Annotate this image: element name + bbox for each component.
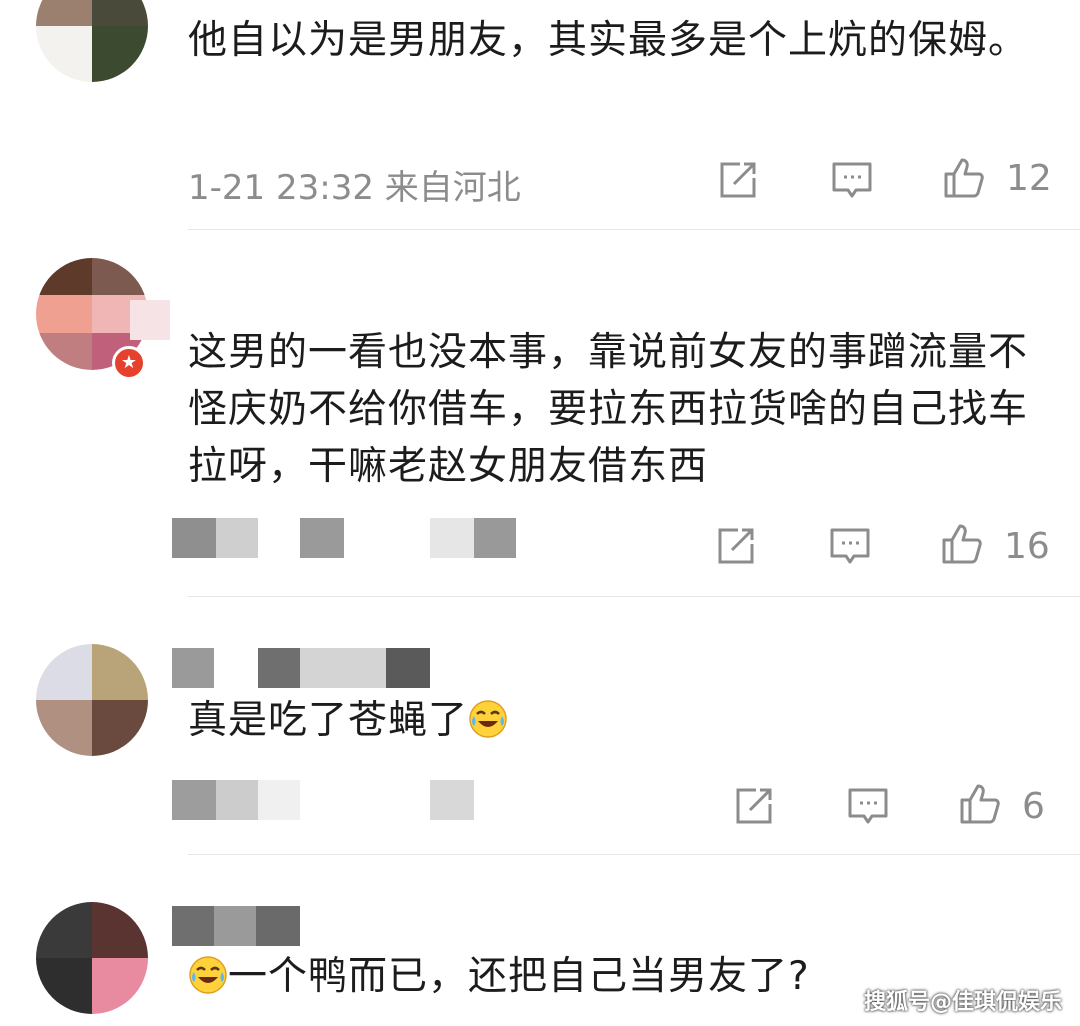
verified-badge-icon: ★ [112,346,146,380]
comment-item: ★ 这男的一看也没本事，靠说前女友的事蹭流量不怪庆奶不给你借车，要拉东西拉货啥的… [0,230,1080,597]
comment-icon [832,162,872,198]
comment-text: 真是吃了苍蝇了 [188,692,1048,749]
username-blurred[interactable] [172,906,300,946]
comment-text: 他自以为是男朋友，其实最多是个上炕的保姆。 [188,18,1029,63]
comment-meta: 1-21 23:32 来自河北 [188,168,521,208]
username-blurred[interactable] [172,648,430,688]
comment-button[interactable] [830,158,874,202]
comment-text-content: 一个鸭而已，还把自己当男友了? [228,954,810,999]
share-icon [736,788,772,824]
share-button[interactable] [732,784,776,828]
like-count: 16 [1004,526,1050,567]
share-icon [718,528,754,564]
divider [188,854,1080,855]
comment-item: 真是吃了苍蝇了 6 [0,596,1080,856]
like-count: 12 [1006,158,1052,199]
comment-text: 这男的一看也没本事，靠说前女友的事蹭流量不怪庆奶不给你借车，要拉东西拉货啥的自己… [188,330,1029,489]
like-count: 6 [1022,786,1045,827]
comment-text-content: 真是吃了苍蝇了 [188,698,469,743]
comment-button[interactable] [846,784,890,828]
share-button[interactable] [714,524,758,568]
thumbs-up-icon [942,524,982,564]
comment-icon [848,788,888,824]
avatar[interactable] [36,0,148,82]
username-blurred[interactable] [130,300,170,340]
share-icon [720,162,756,198]
comment-item: 他自以为是男朋友，其实最多是个上炕的保姆。 1-21 23:32 来自河北 12 [0,0,1080,230]
comment-icon [830,528,870,564]
laughing-tears-emoji [469,700,507,738]
like-button[interactable] [940,522,984,566]
like-button[interactable] [942,156,986,200]
comment-button[interactable] [828,524,872,568]
watermark: 搜狐号@佳琪侃娱乐 [863,990,1062,1015]
avatar[interactable] [36,644,148,756]
laughing-tears-emoji [189,956,227,994]
avatar[interactable] [36,902,148,1014]
like-button[interactable] [958,782,1002,826]
thumbs-up-icon [944,158,984,198]
thumbs-up-icon [960,784,1000,824]
share-button[interactable] [716,158,760,202]
